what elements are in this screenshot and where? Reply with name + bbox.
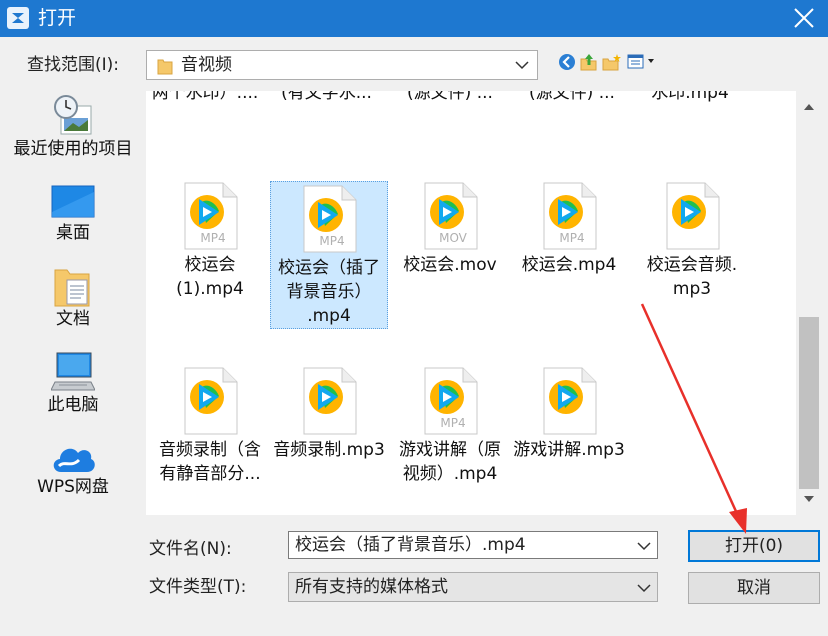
audio-file-icon [184, 367, 238, 435]
file-type-badge: MOV [439, 231, 468, 245]
file-type-badge: MP4 [559, 231, 584, 245]
back-icon[interactable] [558, 53, 576, 71]
file-name-line: 音频录制.mp3 [273, 440, 385, 460]
file-name-line: 有静音部分... [159, 464, 261, 484]
video-file-icon: MP4 [543, 182, 597, 250]
audio-file-icon [666, 182, 720, 250]
view-menu-icon[interactable] [627, 53, 659, 71]
file-name-line: mp3 [672, 279, 712, 299]
chevron-down-icon[interactable] [637, 541, 651, 551]
file-list-view[interactable]: 两个水印）.... (有文字水... (源文件) ... (源文件) ... 水… [146, 91, 796, 515]
this-pc-icon [51, 352, 95, 391]
wps-cloud-icon [53, 448, 95, 472]
file-item[interactable]: 游戏讲解.mp3 [510, 364, 628, 484]
place-wps-cloud[interactable]: WPS网盘 [0, 440, 146, 498]
place-label: 最近使用的项目 [13, 139, 133, 159]
video-file-icon: MP4 [424, 367, 478, 435]
scrollbar-thumb[interactable] [799, 317, 819, 489]
close-icon [794, 8, 814, 28]
vertical-scrollbar[interactable] [796, 91, 822, 515]
place-label: 此电脑 [47, 395, 99, 415]
video-file-icon: MP4 [184, 182, 238, 250]
file-type-badge: MP4 [200, 231, 225, 245]
file-type-badge: MP4 [319, 234, 344, 248]
file-item[interactable]: MP4 校运会 (1).mp4 [151, 179, 269, 331]
title-bar: 打开 [0, 0, 828, 37]
recent-items-icon [54, 95, 92, 135]
file-item[interactable]: 两个水印）.... [146, 91, 264, 105]
documents-icon [54, 269, 90, 307]
audio-file-icon [543, 367, 597, 435]
file-type-badge: MP4 [440, 416, 465, 430]
file-name-line: 校运会音频. [646, 255, 738, 275]
file-item-selected[interactable]: MP4 校运会（插了 背景音乐） .mp4 [270, 181, 388, 329]
folder-icon [157, 59, 173, 75]
open-button[interactable]: 打开(0) [688, 530, 820, 562]
file-name: (有文字水... [281, 91, 372, 103]
file-name: 水印.mp4 [651, 91, 729, 103]
look-in-value: 音视频 [181, 55, 232, 75]
audio-file-icon [303, 367, 357, 435]
file-item[interactable]: MP4 游戏讲解（原 视频）.mp4 [391, 364, 509, 515]
filename-label: 文件名(N): [149, 539, 232, 559]
cancel-button[interactable]: 取消 [688, 572, 820, 604]
file-name: 两个水印）.... [151, 91, 259, 103]
file-name-line: 校运会 [184, 255, 236, 275]
place-label: WPS网盘 [37, 477, 109, 497]
filetype-value: 所有支持的媒体格式 [295, 577, 448, 597]
filename-input[interactable]: 校运会（插了背景音乐）.mp4 [288, 531, 658, 559]
place-desktop[interactable]: 桌面 [0, 182, 146, 244]
file-name-line: 视频）.mp4 [402, 464, 498, 484]
place-label: 文档 [56, 309, 90, 329]
place-this-pc[interactable]: 此电脑 [0, 350, 146, 416]
file-item[interactable]: MP4 校运会.mp4 [510, 179, 628, 299]
place-label: 桌面 [56, 223, 90, 243]
chevron-down-icon [515, 61, 529, 70]
scroll-up-arrow-icon[interactable] [804, 103, 814, 111]
file-name-line: 校运会（插了 [278, 258, 380, 278]
close-button[interactable] [782, 0, 828, 37]
file-item[interactable]: MOV 校运会.mov [391, 179, 509, 299]
file-item[interactable]: 音频录制（含 有静音部分... [151, 364, 269, 515]
file-item[interactable]: (源文件) ... [513, 91, 631, 105]
file-item[interactable]: 水印.mp4 [631, 91, 749, 105]
filename-value: 校运会（插了背景音乐）.mp4 [295, 535, 526, 555]
video-file-icon: MP4 [303, 185, 357, 253]
file-name-line: 游戏讲解.mp3 [513, 440, 625, 460]
filetype-label: 文件类型(T): [149, 577, 247, 597]
file-name-line: 校运会.mov [403, 255, 497, 275]
file-name-line: .mp4 [307, 306, 351, 326]
look-in-label: 查找范围(I): [27, 55, 120, 75]
file-name-line: 背景音乐） [286, 282, 372, 302]
place-documents[interactable]: 文档 [0, 266, 146, 330]
scroll-down-arrow-icon[interactable] [804, 495, 814, 503]
file-name-line: 音频录制（含 [159, 440, 261, 460]
window-title: 打开 [38, 7, 77, 29]
file-item[interactable]: (有文字水... [264, 91, 389, 105]
file-name: (源文件) ... [407, 91, 493, 103]
file-item[interactable]: 音频录制.mp3 [270, 364, 388, 484]
look-in-combobox[interactable]: 音视频 [146, 50, 538, 80]
video-file-icon: MOV [424, 182, 478, 250]
place-recent-items[interactable]: 最近使用的项目 [0, 94, 146, 160]
file-item[interactable]: 校运会音频. mp3 [630, 179, 754, 331]
filetype-select[interactable]: 所有支持的媒体格式 [288, 572, 658, 602]
chevron-down-icon [637, 584, 651, 593]
places-bar: 最近使用的项目 桌面 文档 此电脑 WPS网盘 [0, 86, 146, 636]
file-name-line: 游戏讲解（原 [399, 440, 501, 460]
desktop-icon [51, 185, 95, 218]
file-name: (源文件) ... [529, 91, 615, 103]
app-logo-icon [7, 7, 29, 29]
file-item[interactable]: (源文件) ... [391, 91, 509, 105]
up-folder-icon[interactable] [580, 53, 598, 71]
file-name-line: (1).mp4 [176, 279, 244, 299]
file-name-line: 校运会.mp4 [521, 255, 617, 275]
new-folder-icon[interactable] [602, 53, 622, 71]
